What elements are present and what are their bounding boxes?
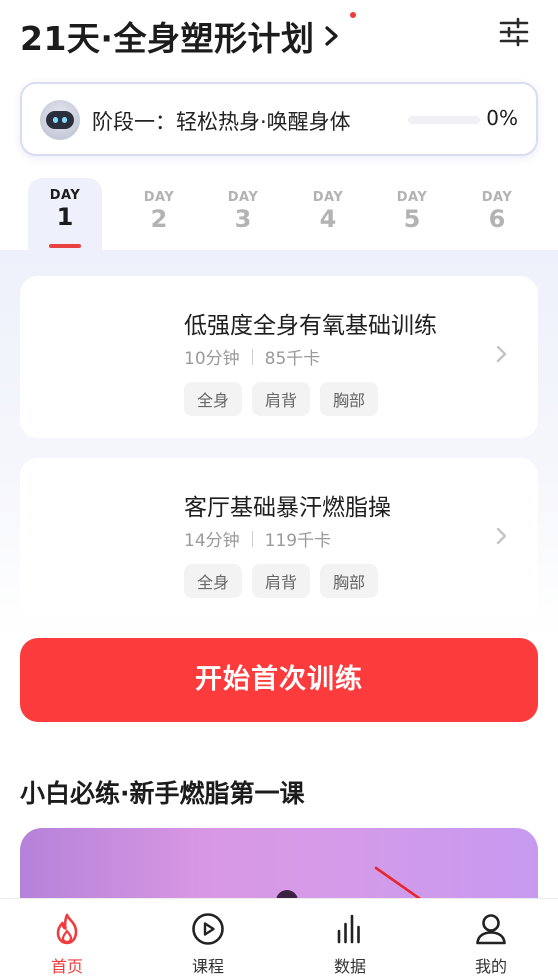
day-number: 4 <box>319 205 337 233</box>
workout-tags: 全身 肩背 胸部 <box>184 564 379 598</box>
chevron-right-icon <box>496 527 507 545</box>
robot-avatar-icon <box>40 100 80 140</box>
section-title: 小白必练·新手燃脂第一课 <box>20 779 305 808</box>
workout-calories: 119千卡 <box>264 531 332 551</box>
notification-dot <box>350 12 357 18</box>
settings-sliders-icon[interactable] <box>498 16 530 48</box>
nav-item-courses[interactable]: 课程 <box>168 911 248 977</box>
tab-day-5[interactable]: DAY 5 <box>375 180 449 252</box>
meta-divider <box>251 530 253 547</box>
start-training-button[interactable]: 开始首次训练 <box>20 638 538 722</box>
stage-title: 阶段一：轻松热身·唤醒身体 <box>92 110 351 134</box>
plan-title-button[interactable]: 21天·全身塑形计划 <box>20 12 357 60</box>
nav-label: 我的 <box>474 957 507 976</box>
day-label: DAY <box>227 190 259 205</box>
tag: 全身 <box>184 382 243 416</box>
play-circle-icon <box>192 913 224 945</box>
day-label: DAY <box>143 190 175 205</box>
day-number: 6 <box>488 205 506 233</box>
tag: 胸部 <box>320 382 379 416</box>
active-tab-indicator <box>49 244 81 248</box>
workout-title: 低强度全身有氧基础训练 <box>184 313 437 339</box>
workout-tags: 全身 肩背 胸部 <box>184 382 379 416</box>
bottom-nav: 首页 课程 数据 我的 <box>0 898 558 980</box>
tab-day-4[interactable]: DAY 4 <box>291 180 365 252</box>
user-icon <box>476 914 506 945</box>
day-number: 5 <box>403 205 421 233</box>
workout-meta: 10分钟 85千卡 <box>184 344 320 369</box>
day-number: 2 <box>150 205 168 233</box>
flame-icon <box>56 913 78 945</box>
day-label: DAY <box>49 188 81 203</box>
meta-divider <box>251 348 253 365</box>
workout-meta: 14分钟 119千卡 <box>184 526 331 551</box>
day-label: DAY <box>481 190 513 205</box>
workout-duration: 10分钟 <box>184 349 240 369</box>
workout-card[interactable]: 低强度全身有氧基础训练 10分钟 85千卡 全身 肩背 胸部 <box>20 276 538 438</box>
nav-label: 课程 <box>191 957 224 976</box>
workout-card[interactable]: 客厅基础暴汗燃脂操 14分钟 119千卡 全身 肩背 胸部 <box>20 458 538 620</box>
stage-card[interactable]: 阶段一：轻松热身·唤醒身体 0% <box>20 82 538 156</box>
tag: 胸部 <box>320 564 379 598</box>
chevron-right-icon <box>325 26 339 46</box>
nav-item-profile[interactable]: 我的 <box>451 911 531 977</box>
nav-item-home[interactable]: 首页 <box>27 911 107 977</box>
bar-chart-icon <box>337 914 360 944</box>
tab-day-2[interactable]: DAY 2 <box>122 180 196 252</box>
workout-calories: 85千卡 <box>264 349 321 369</box>
tab-day-3[interactable]: DAY 3 <box>206 180 280 252</box>
nav-item-data[interactable]: 数据 <box>310 911 390 977</box>
tag: 肩背 <box>252 382 311 416</box>
workout-duration: 14分钟 <box>184 531 240 551</box>
tag: 全身 <box>184 564 243 598</box>
day-tabs: DAY 1 DAY 2 DAY 3 DAY 4 DAY 5 DAY 6 <box>0 176 558 256</box>
header: 21天·全身塑形计划 <box>0 0 558 70</box>
workout-title: 客厅基础暴汗燃脂操 <box>184 495 391 521</box>
day-label: DAY <box>312 190 344 205</box>
stage-progress-value: 0% <box>486 106 518 130</box>
stage-progress-bar <box>408 116 480 124</box>
plan-title: 21天·全身塑形计划 <box>20 19 315 58</box>
tab-day-6[interactable]: DAY 6 <box>460 180 534 252</box>
day-label: DAY <box>396 190 428 205</box>
nav-label: 数据 <box>333 957 366 976</box>
course-banner[interactable] <box>20 828 538 908</box>
nav-label: 首页 <box>50 957 83 976</box>
day-number: 3 <box>234 205 252 233</box>
chevron-right-icon <box>496 345 507 363</box>
tag: 肩背 <box>252 564 311 598</box>
day-number: 1 <box>56 203 74 231</box>
tab-day-1[interactable]: DAY 1 <box>28 178 102 252</box>
